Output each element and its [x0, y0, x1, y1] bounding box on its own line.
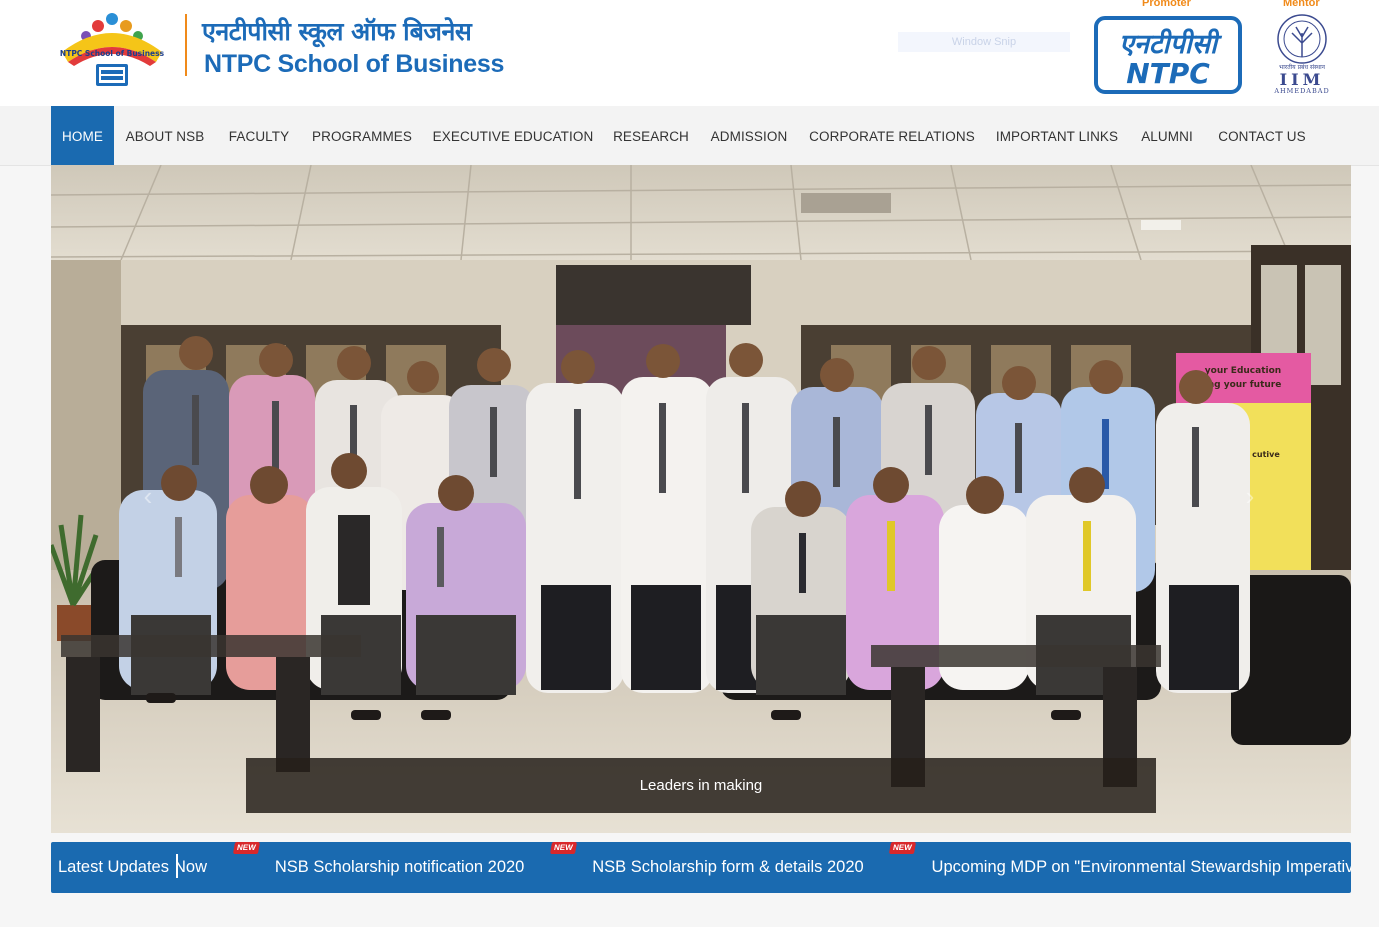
logo-divider: [185, 14, 187, 76]
ntpc-promoter-logo[interactable]: एनटीपीसी NTPC: [1094, 16, 1242, 94]
ticker-fragment[interactable]: Now: [178, 842, 207, 893]
svg-text:AHMEDABAD: AHMEDABAD: [1273, 87, 1329, 95]
new-badge-icon: NEW: [232, 842, 260, 854]
nav-research[interactable]: RESEARCH: [608, 106, 694, 165]
iim-ahmedabad-mentor-logo[interactable]: भारतीय प्रबंध संस्थान IIM AHMEDABAD: [1262, 13, 1342, 95]
svg-text:NTPC School of Business: NTPC School of Business: [60, 49, 165, 58]
mentor-label: Mentor: [1283, 0, 1320, 9]
nav-home[interactable]: HOME: [51, 106, 114, 165]
svg-text:your Education: your Education: [1205, 366, 1281, 376]
nav-about-nsb[interactable]: ABOUT NSB: [118, 106, 212, 165]
ticker-item-upcoming-mdp[interactable]: Upcoming MDP on "Environmental Stewardsh…: [932, 842, 1351, 893]
window-snip-overlay: Window Snip: [898, 32, 1070, 52]
nav-alumni[interactable]: ALUMNI: [1134, 106, 1200, 165]
svg-text:एनटीपीसी: एनटीपीसी: [1119, 28, 1223, 60]
svg-text:cutive: cutive: [1252, 450, 1280, 459]
ticker-item-scholarship-form[interactable]: NSB Scholarship form & details 2020: [592, 842, 863, 893]
promoter-label: Promoter: [1142, 0, 1191, 9]
site-header: NTPC School of Business एनटीपीसी स्कूल ऑ…: [0, 0, 1379, 106]
ticker-track: Now NEW NSB Scholarship notification 202…: [178, 842, 1351, 893]
slider-prev-arrow-icon[interactable]: ‹: [137, 481, 159, 511]
nav-important-links[interactable]: IMPORTANT LINKS: [988, 106, 1126, 165]
svg-text:NTPC: NTPC: [1126, 57, 1210, 90]
nav-executive-education[interactable]: EXECUTIVE EDUCATION: [426, 106, 600, 165]
ticker-label: Latest Updates: [58, 858, 169, 876]
slider-next-arrow-icon[interactable]: ›: [1239, 481, 1261, 511]
nav-admission[interactable]: ADMISSION: [702, 106, 796, 165]
ticker-scroll: Now NEW NSB Scholarship notification 202…: [178, 842, 1351, 893]
svg-text:ing your future: ing your future: [1205, 380, 1282, 390]
english-site-title[interactable]: NTPC School of Business: [204, 50, 504, 79]
hero-slider[interactable]: your Education ing your future cutive ‹ …: [51, 165, 1351, 833]
group-photo: your Education ing your future cutive: [51, 165, 1351, 833]
nav-faculty[interactable]: FACULTY: [220, 106, 298, 165]
nav-contact-us[interactable]: CONTACT US: [1208, 106, 1316, 165]
latest-updates-ticker: Latest Updates Now NEW NSB Scholarship n…: [51, 842, 1351, 893]
main-navigation: HOME ABOUT NSB FACULTY PROGRAMMES EXECUT…: [0, 106, 1379, 166]
hindi-site-title[interactable]: एनटीपीसी स्कूल ऑफ बिजनेस: [202, 14, 472, 48]
new-badge-icon: NEW: [889, 842, 917, 854]
slider-caption: Leaders in making: [246, 758, 1156, 813]
nav-programmes[interactable]: PROGRAMMES: [306, 106, 418, 165]
nav-corporate-relations[interactable]: CORPORATE RELATIONS: [804, 106, 980, 165]
new-badge-icon: NEW: [549, 842, 577, 854]
ticker-item-scholarship-notification[interactable]: NSB Scholarship notification 2020: [275, 842, 524, 893]
nsb-emblem-logo[interactable]: NTPC School of Business: [52, 6, 170, 90]
